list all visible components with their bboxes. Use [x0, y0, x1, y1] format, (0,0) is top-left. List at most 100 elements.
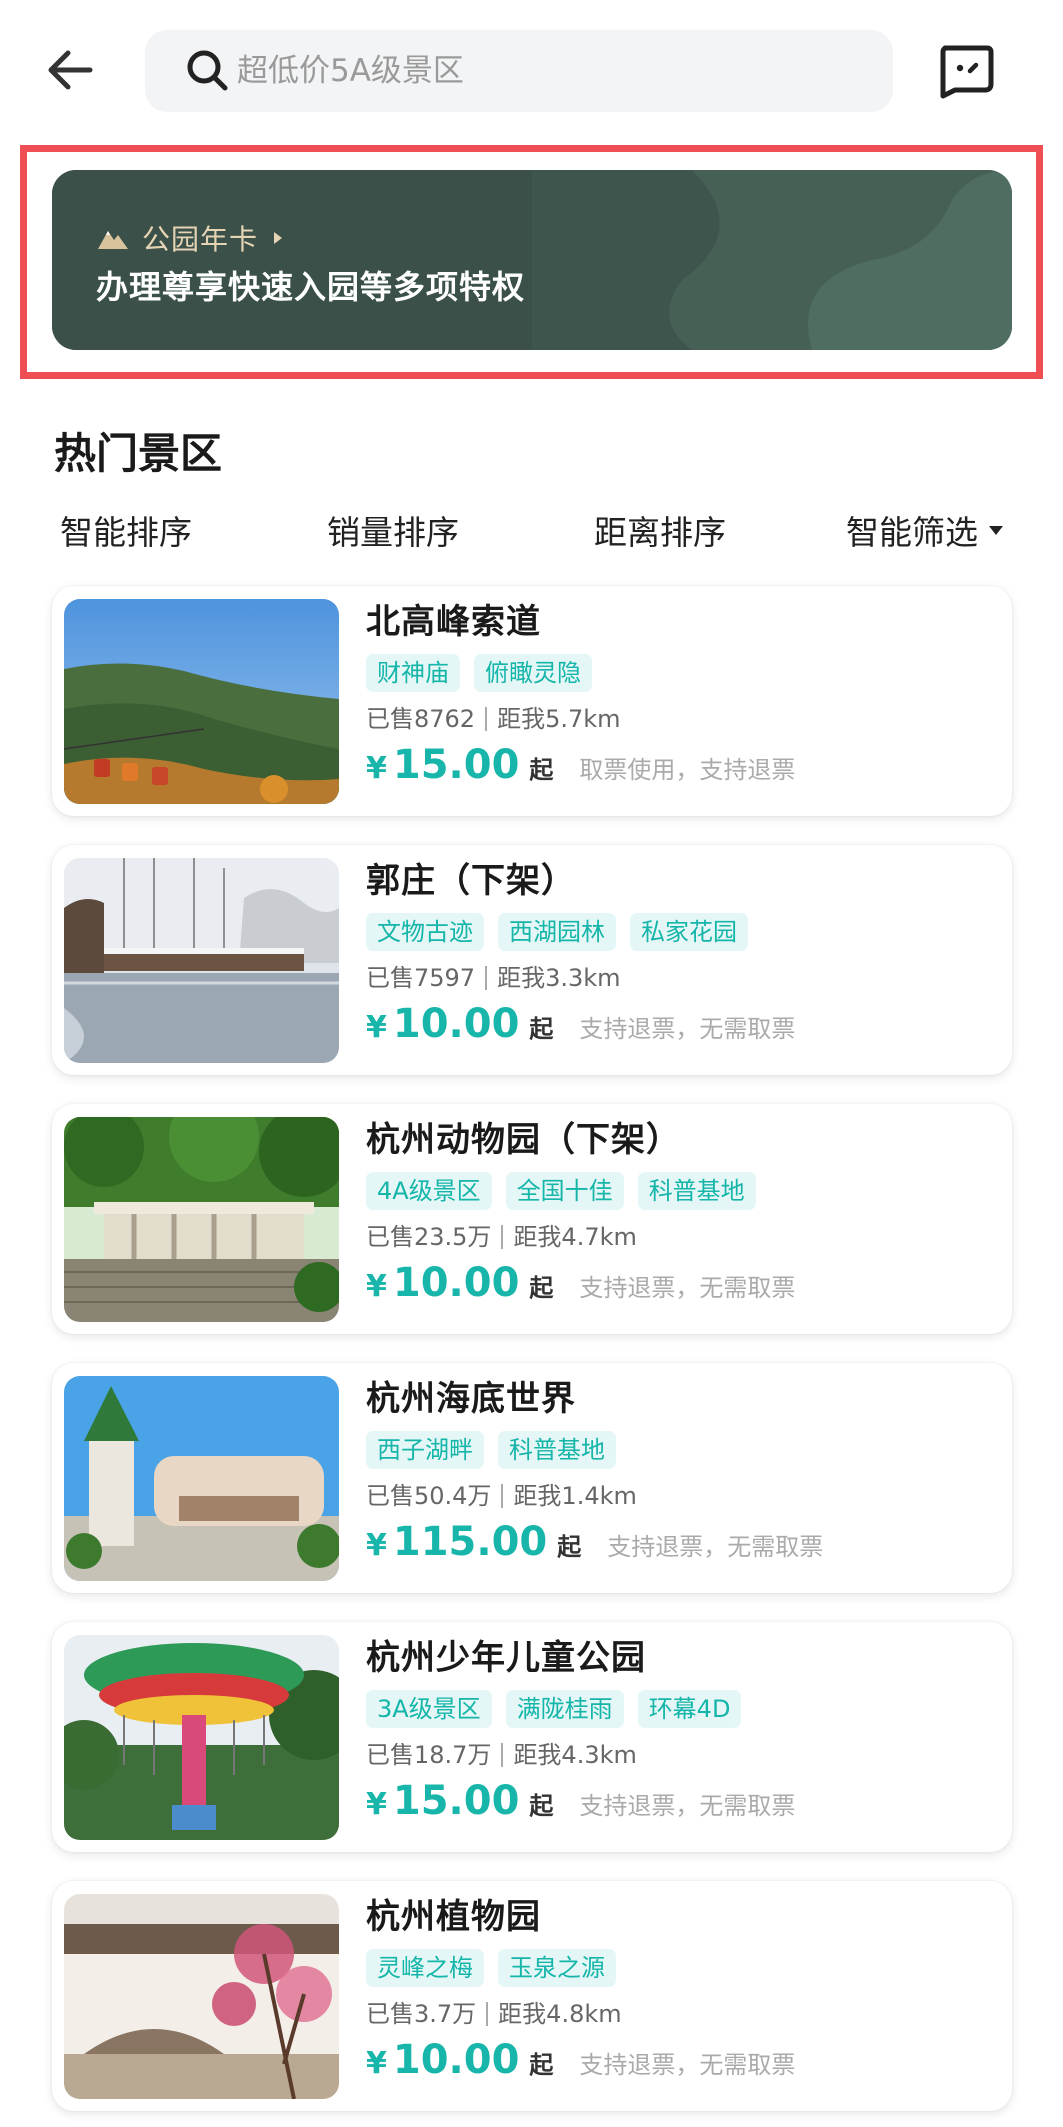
divider — [485, 966, 488, 990]
park-annual-card-banner[interactable]: 公园年卡 办理尊享快速入园等多项特权 — [52, 170, 1012, 350]
mountain-icon — [98, 231, 128, 249]
top-bar — [0, 0, 1063, 140]
back-button[interactable] — [40, 40, 100, 100]
sales-distance: 已售8762 距我5.7km — [366, 702, 992, 736]
attraction-photo-botanical-garden — [64, 1894, 339, 2099]
price-row: ¥10.00 起 支持退票，无需取票 — [366, 1001, 992, 1051]
price-from-label: 起 — [529, 1274, 554, 1302]
caret-right-icon — [274, 232, 283, 244]
sold-count: 已售18.7万 — [366, 1741, 492, 1769]
tag-list: 西子湖畔 科普基地 — [366, 1431, 992, 1471]
arrow-left-icon — [48, 50, 93, 90]
tag-list: 灵峰之梅 玉泉之源 — [366, 1949, 992, 1989]
sold-count: 已售3.7万 — [366, 2000, 477, 2028]
tag-list: 文物古迹 西湖园林 私家花园 — [366, 913, 992, 953]
ticket-note: 支持退票，无需取票 — [579, 2051, 796, 2079]
attraction-name: 杭州海底世界 — [366, 1379, 576, 1419]
divider — [501, 1484, 504, 1508]
feature-tag: 环幕4D — [637, 1690, 742, 1728]
price-from-label: 起 — [529, 756, 554, 784]
card-info: 杭州植物园 灵峰之梅 玉泉之源 已售3.7万 距我4.8km ¥10.00 起 支… — [366, 1895, 992, 2087]
banner-tag: 公园年卡 — [96, 218, 284, 258]
divider — [486, 2002, 489, 2026]
card-info: 杭州少年儿童公园 3A级景区 满陇桂雨 环幕4D 已售18.7万 距我4.3km … — [366, 1636, 992, 1828]
sort-tab-sales[interactable]: 销量排序 — [327, 506, 459, 554]
feature-tag: 文物古迹 — [366, 913, 484, 951]
sales-distance: 已售50.4万 距我1.4km — [366, 1479, 992, 1513]
divider — [485, 707, 488, 731]
attraction-photo-cableway — [64, 599, 339, 804]
distance: 距我4.3km — [513, 1741, 637, 1769]
sales-distance: 已售3.7万 距我4.8km — [366, 1997, 992, 2031]
ticket-note: 取票使用，支持退票 — [579, 756, 796, 784]
attraction-card[interactable]: 杭州动物园（下架） 4A级景区 全国十佳 科普基地 已售23.5万 距我4.7km… — [52, 1104, 1012, 1334]
distance: 距我4.7km — [513, 1223, 637, 1251]
attraction-card[interactable]: 杭州少年儿童公园 3A级景区 满陇桂雨 环幕4D 已售18.7万 距我4.3km … — [52, 1622, 1012, 1852]
ticket-note: 支持退票，无需取票 — [579, 1792, 796, 1820]
price-row: ¥15.00 起 取票使用，支持退票 — [366, 742, 992, 792]
divider — [501, 1743, 504, 1767]
feature-tag: 私家花园 — [630, 913, 748, 951]
tag-list: 财神庙 俯瞰灵隐 — [366, 654, 992, 694]
attraction-card[interactable]: 郭庄（下架） 文物古迹 西湖园林 私家花园 已售7597 距我3.3km ¥10.… — [52, 845, 1012, 1075]
feature-tag: 全国十佳 — [505, 1172, 624, 1210]
search-input[interactable] — [237, 53, 837, 89]
ticket-note: 支持退票，无需取票 — [579, 1015, 796, 1043]
attraction-card[interactable]: 杭州植物园 灵峰之梅 玉泉之源 已售3.7万 距我4.8km ¥10.00 起 支… — [52, 1881, 1012, 2111]
price-row: ¥10.00 起 支持退票，无需取票 — [366, 1260, 992, 1310]
search-box[interactable] — [145, 30, 893, 112]
banner-background — [52, 170, 1012, 350]
search-icon — [187, 50, 228, 91]
price: ¥10.00 — [366, 1001, 520, 1047]
banner-tag-text: 公园年卡 — [142, 223, 259, 256]
attraction-name: 杭州少年儿童公园 — [366, 1638, 646, 1678]
section-title: 热门景区 — [54, 429, 223, 478]
card-info: 郭庄（下架） 文物古迹 西湖园林 私家花园 已售7597 距我3.3km ¥10.… — [366, 859, 992, 1051]
feature-tag: 灵峰之梅 — [366, 1949, 484, 1987]
feature-tag: 西湖园林 — [498, 913, 616, 951]
price-row: ¥115.00 起 支持退票，无需取票 — [366, 1519, 992, 1569]
price-from-label: 起 — [557, 1533, 582, 1561]
sort-tab-smart[interactable]: 智能排序 — [60, 506, 192, 554]
sort-bar: 智能排序 销量排序 距离排序 智能筛选 — [0, 500, 1063, 560]
attraction-name: 杭州动物园（下架） — [366, 1120, 681, 1160]
attraction-photo-childrens-park — [64, 1635, 339, 1840]
divider — [501, 1225, 504, 1249]
distance: 距我3.3km — [497, 964, 621, 992]
distance: 距我1.4km — [513, 1482, 637, 1510]
price-row: ¥10.00 起 支持退票，无需取票 — [366, 2037, 992, 2087]
price-row: ¥15.00 起 支持退票，无需取票 — [366, 1778, 992, 1828]
sold-count: 已售50.4万 — [366, 1482, 492, 1510]
price: ¥15.00 — [366, 1778, 520, 1824]
price: ¥10.00 — [366, 2037, 520, 2083]
feature-tag: 4A级景区 — [366, 1172, 492, 1210]
sort-tab-distance[interactable]: 距离排序 — [594, 506, 726, 554]
chat-button[interactable] — [935, 40, 997, 102]
attraction-photo-aquarium — [64, 1376, 339, 1581]
sort-tab-filter[interactable]: 智能筛选 — [846, 506, 1004, 554]
feature-tag: 3A级景区 — [366, 1690, 492, 1728]
ticket-note: 支持退票，无需取票 — [579, 1274, 796, 1302]
tag-list: 3A级景区 满陇桂雨 环幕4D — [366, 1690, 992, 1730]
sales-distance: 已售7597 距我3.3km — [366, 961, 992, 995]
sold-count: 已售7597 — [366, 964, 476, 992]
price: ¥115.00 — [366, 1519, 548, 1565]
price-from-label: 起 — [529, 1792, 554, 1820]
feature-tag: 西子湖畔 — [366, 1431, 484, 1469]
sold-count: 已售8762 — [366, 705, 476, 733]
card-info: 北高峰索道 财神庙 俯瞰灵隐 已售8762 距我5.7km ¥15.00 起 取票… — [366, 600, 992, 792]
tag-list: 4A级景区 全国十佳 科普基地 — [366, 1172, 992, 1212]
chat-bot-icon — [940, 45, 994, 99]
attraction-card[interactable]: 杭州海底世界 西子湖畔 科普基地 已售50.4万 距我1.4km ¥115.00 … — [52, 1363, 1012, 1593]
attraction-name: 北高峰索道 — [366, 602, 541, 642]
feature-tag: 玉泉之源 — [498, 1949, 616, 1987]
price: ¥10.00 — [366, 1260, 520, 1306]
price-from-label: 起 — [529, 2051, 554, 2079]
feature-tag: 满陇桂雨 — [505, 1690, 624, 1728]
feature-tag: 科普基地 — [637, 1172, 756, 1210]
feature-tag: 科普基地 — [498, 1431, 616, 1469]
feature-tag: 俯瞰灵隐 — [474, 654, 592, 692]
sold-count: 已售23.5万 — [366, 1223, 492, 1251]
attraction-card[interactable]: 北高峰索道 财神庙 俯瞰灵隐 已售8762 距我5.7km ¥15.00 起 取票… — [52, 586, 1012, 816]
card-info: 杭州海底世界 西子湖畔 科普基地 已售50.4万 距我1.4km ¥115.00 … — [366, 1377, 992, 1569]
